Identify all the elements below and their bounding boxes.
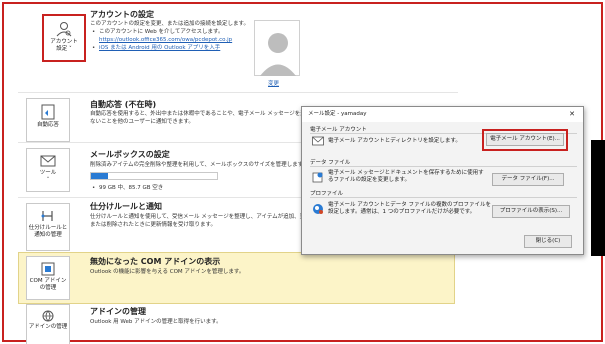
auto-reply-button[interactable]: 自動応答 [26,98,70,142]
mailbox-settings-desc: 削除済みアイテムの完全削除や整理を利用して、メールボックスのサイズを管理します。 [90,162,305,168]
dialog-titlebar: メール設定 - yamaday ✕ [302,107,583,122]
data-files-button[interactable]: データ ファイル(F)... [492,173,564,186]
email-accounts-text: 電子メール アカウントとディレクトリを設定します。 [328,138,461,144]
com-tile-sublabel: の管理 [39,285,57,291]
account-tile-label: アカウント [50,39,78,45]
manage-addins-button[interactable]: アドインの管理 [26,304,70,344]
account-tile-sublabel: 設定 ˅ [56,46,72,52]
owa-url-link[interactable]: https://outlook.office365.com/owa/pcdepo… [99,37,232,43]
data-files-text-line1: 電子メール メッセージとドキュメントを保存するために使用す [328,170,484,176]
tools-tile-chevron: ˅ [46,177,50,183]
profiles-group-label: プロファイル [310,191,344,197]
profiles-text-line1: 電子メール アカウントとデータ ファイルの複数のプロファイルを [328,202,491,208]
com-addins-row [18,252,455,304]
addins-desc: Outlook 用 Web アドインの管理と取得を行います。 [90,319,222,325]
com-tile-label: COM アドイン [29,278,67,284]
group-divider [310,166,577,167]
auto-reply-desc-line2: ないことを他のユーザーに通知できます。 [90,119,194,125]
mail-settings-dialog: メール設定 - yamaday ✕ 電子メール アカウント 電子メール アカウン… [301,106,584,255]
divider [18,92,458,93]
close-dialog-button[interactable]: 閉じる(C) [524,235,572,248]
rules-desc-line1: 仕分けルールと通知を使用して、受信メール メッセージを整理し、アイテムが追加、変… [90,214,305,220]
black-side-panel [591,140,605,256]
com-addins-title: 無効になった COM アドインの表示 [90,257,221,266]
tools-mailbox-icon [40,155,56,167]
auto-reply-tile-label: 自動応答 [36,122,59,128]
dialog-title: メール設定 - yamaday [308,111,367,117]
change-photo-link[interactable]: 変更 [268,79,279,87]
profiles-text: 電子メール アカウントとデータ ファイルの複数のプロファイルを 設定します。通常… [328,202,491,216]
data-files-text: 電子メール メッセージとドキュメントを保存するために使用す るファイルの設定を変… [328,170,484,184]
com-addins-desc: Outlook の機能に影響を与える COM アドインを管理します。 [90,269,245,275]
show-profiles-button[interactable]: プロファイルの表示(S)... [492,205,570,218]
data-files-group-label: データ ファイル [310,160,351,166]
email-account-icon [312,136,324,146]
rules-icon [41,211,53,221]
group-divider [310,197,577,198]
mobile-app-link[interactable]: iOS または Android 用の Outlook アプリを入手 [99,45,220,51]
profile-placeholder-icon [260,33,296,76]
rules-desc: 仕分けルールと通知を使用して、受信メール メッセージを整理し、アイテムが追加、変… [90,213,305,229]
auto-reply-desc-line1: 自動応答を使用すると、外出中または休暇中であることや、電子メール メッセージを返… [90,111,305,117]
rules-tile-sublabel: 通知の管理 [34,232,62,238]
addins-title: アドインの管理 [90,307,146,316]
rules-desc-line2: または削除されたときに更新情報を受け取ります。 [90,222,216,228]
close-icon[interactable]: ✕ [569,107,575,122]
profile-picture [254,20,300,76]
mailbox-settings-title: メールボックスの設定 [90,150,170,159]
profile-icon [313,204,323,214]
addins-tile-label: アドインの管理 [28,324,68,330]
rules-tile-label: 仕分けルールと [28,225,68,231]
auto-reply-title: 自動応答 (不在時) [90,100,157,109]
com-addin-icon [41,262,55,276]
account-settings-title: アカウントの設定 [90,10,154,19]
email-accounts-group-label: 電子メール アカウント [310,127,367,133]
tools-dropdown-button[interactable]: ツール ˅ [26,148,70,192]
auto-reply-icon [41,104,55,120]
mailbox-usage-fill [91,173,108,179]
tools-tile-label: ツール [39,170,57,176]
email-accounts-button[interactable]: 電子メール アカウント(E)... [486,133,564,146]
profiles-text-line2: 設定します。通常は、1 つのプロファイルだけが必要です。 [328,209,476,215]
auto-reply-desc: 自動応答を使用すると、外出中または休暇中であることや、電子メール メッセージを返… [90,110,305,126]
com-addins-button[interactable]: COM アドイン の管理 [26,256,70,300]
mailbox-usage-bar [90,172,218,180]
account-settings-button[interactable]: アカウント 設定 ˅ [42,14,86,62]
globe-icon [42,310,54,322]
data-file-icon [312,172,323,183]
rules-alerts-button[interactable]: 仕分けルールと 通知の管理 [26,203,70,251]
account-person-icon [56,22,72,37]
rules-title: 仕分けルールと通知 [90,202,162,211]
data-files-text-line2: るファイルの設定を変更します。 [328,177,410,183]
